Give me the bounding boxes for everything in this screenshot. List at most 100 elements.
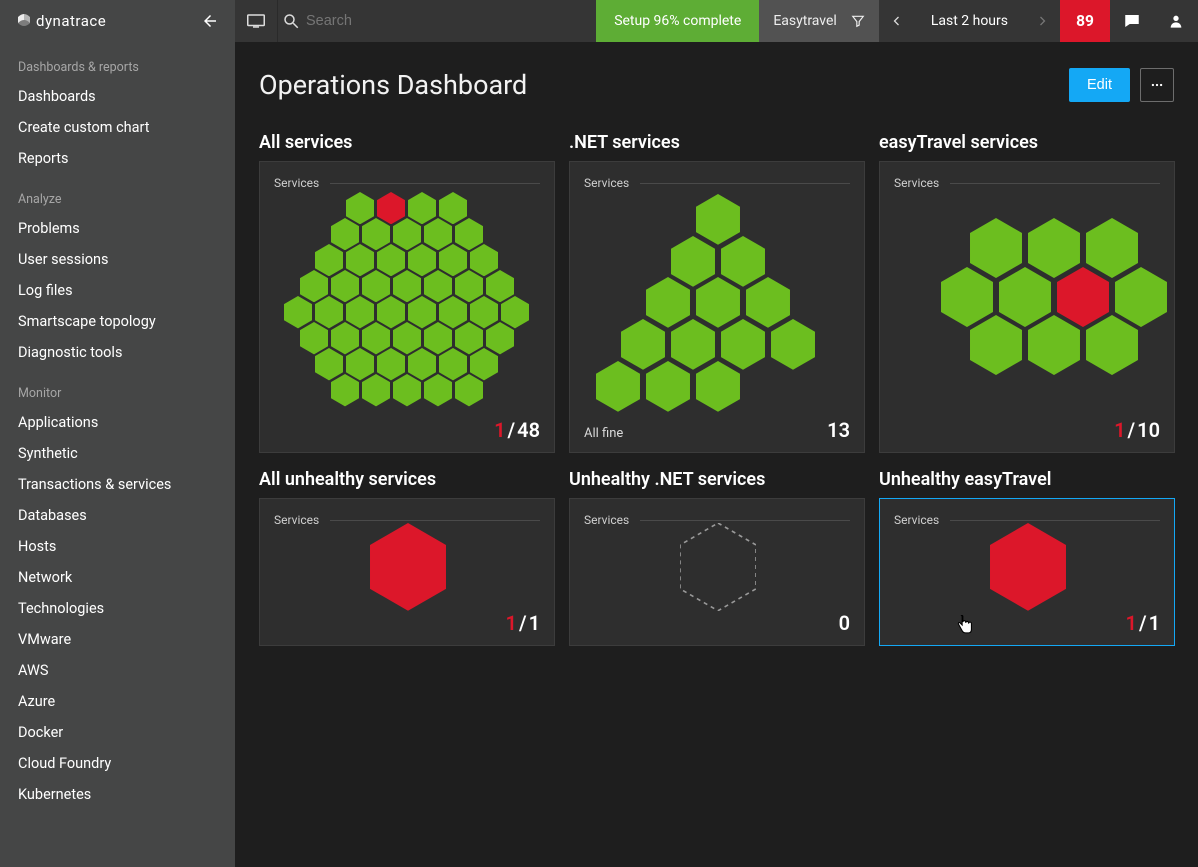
hex-ok-icon (362, 374, 390, 406)
page-actions: Edit (1069, 68, 1174, 102)
nav-item[interactable]: VMware (0, 624, 235, 655)
nav-item[interactable]: Diagnostic tools (0, 337, 235, 368)
nav-item[interactable]: Reports (0, 143, 235, 174)
nav-item[interactable]: User sessions (0, 244, 235, 275)
tile-subtitle: Services (584, 176, 850, 190)
tile-subtitle: Services (274, 176, 540, 190)
main-content: Operations Dashboard Edit All services S… (235, 42, 1198, 867)
nav-item[interactable]: Synthetic (0, 438, 235, 469)
hex-ok-icon (331, 374, 359, 406)
chevron-left-icon (891, 15, 903, 27)
nav-item[interactable]: Databases (0, 500, 235, 531)
tile-unhealthy-easytravel-wrap: Unhealthy easyTravel Services 1 / 1 (879, 469, 1175, 646)
nav-item[interactable]: Applications (0, 407, 235, 438)
search-input[interactable] (306, 13, 506, 29)
setup-progress-button[interactable]: Setup 96% complete (596, 0, 759, 42)
hex-ok-icon (455, 374, 483, 406)
problem-count: 1 (1126, 611, 1137, 635)
tile-easytravel-services[interactable]: Services 1 / 10 (879, 161, 1175, 453)
hex-ok-icon (771, 319, 815, 370)
problem-count: 1 (1114, 418, 1125, 442)
brand-logo[interactable]: dynatrace (16, 12, 106, 30)
problem-count: 1 (494, 418, 505, 442)
total-count: 48 (517, 418, 540, 442)
page-header: Operations Dashboard Edit (259, 68, 1174, 102)
hex-ok-icon (646, 361, 690, 412)
nav-item[interactable]: Cloud Foundry (0, 748, 235, 779)
timeframe-selector: Last 2 hours (879, 0, 1060, 42)
nav-item[interactable]: Transactions & services (0, 469, 235, 500)
scope-label: Easytravel (773, 13, 837, 29)
sidebar-collapse-button[interactable] (201, 12, 219, 30)
hex-ok-icon (424, 374, 452, 406)
chat-button[interactable] (1110, 0, 1154, 42)
nav-item[interactable]: Kubernetes (0, 779, 235, 810)
nav-item[interactable]: Dashboards (0, 81, 235, 112)
sidebar: dynatrace Dashboards & reportsDashboards… (0, 0, 235, 867)
tile-unhealthy-dotnet[interactable]: Services 0 (569, 498, 865, 646)
tile-easytravel-services-wrap: easyTravel services Services 1 / 10 (879, 132, 1175, 453)
total-count: 13 (827, 418, 850, 442)
edit-button[interactable]: Edit (1069, 68, 1130, 102)
timeframe-button[interactable]: Last 2 hours (915, 0, 1024, 42)
slash: / (508, 418, 516, 442)
tile-title: All unhealthy services (259, 469, 555, 490)
tile-all-services[interactable]: Services (259, 161, 555, 453)
tile-dotnet-services[interactable]: Services All fine 13 (569, 161, 865, 453)
problem-count: 1 (506, 611, 517, 635)
hex-empty-icon (680, 523, 756, 615)
tile-unhealthy-easytravel[interactable]: Services 1 / 1 (879, 498, 1175, 646)
dashboard-grid: All services Services (259, 132, 1174, 646)
tile-title: easyTravel services (879, 132, 1175, 153)
nav-section-label: Analyze (0, 188, 235, 213)
nav-item[interactable]: Create custom chart (0, 112, 235, 143)
nav-item[interactable]: Smartscape topology (0, 306, 235, 337)
tile-title: Unhealthy .NET services (569, 469, 865, 490)
alert-count-value: 89 (1076, 12, 1094, 30)
dynatrace-icon (16, 13, 32, 29)
nav-section-label: Monitor (0, 382, 235, 407)
nav-item[interactable]: AWS (0, 655, 235, 686)
tile-title: .NET services (569, 132, 865, 153)
sidebar-header: dynatrace (0, 0, 235, 42)
hex-ok-icon (596, 361, 640, 412)
tile-all-unhealthy[interactable]: Services 1 / 1 (259, 498, 555, 646)
timeframe-prev-button[interactable] (879, 0, 915, 42)
nav-item[interactable]: Hosts (0, 531, 235, 562)
slash: / (519, 611, 527, 635)
hex-problem-icon (990, 523, 1066, 611)
nav-item[interactable]: Log files (0, 275, 235, 306)
hex-ok-icon (970, 315, 1022, 375)
slash: / (1139, 611, 1147, 635)
tile-all-services-wrap: All services Services (259, 132, 555, 453)
total-count: 1 (529, 611, 540, 635)
tile-unhealthy-dotnet-wrap: Unhealthy .NET services Services 0 (569, 469, 865, 646)
tile-dotnet-services-wrap: .NET services Services All fine 13 (569, 132, 865, 453)
problems-indicator[interactable]: 89 (1060, 0, 1110, 42)
monitor-icon (247, 14, 265, 28)
nav-item[interactable]: Docker (0, 717, 235, 748)
tile-all-unhealthy-wrap: All unhealthy services Services 1 / 1 (259, 469, 555, 646)
hex-ok-icon (393, 374, 421, 406)
more-icon (1150, 78, 1164, 92)
timeframe-label: Last 2 hours (931, 13, 1008, 29)
nav-item[interactable]: Problems (0, 213, 235, 244)
management-zone-selector[interactable]: Easytravel (759, 0, 879, 42)
nav-item[interactable]: Technologies (0, 593, 235, 624)
more-button[interactable] (1140, 68, 1174, 102)
user-menu-button[interactable] (1154, 0, 1198, 42)
chevron-right-icon (1036, 15, 1048, 27)
timeframe-next-button[interactable] (1024, 0, 1060, 42)
nav-item[interactable]: Azure (0, 686, 235, 717)
arrow-left-icon (201, 12, 219, 30)
all-fine-label: All fine (584, 426, 623, 441)
hex-problem-icon (370, 523, 446, 611)
tile-title: Unhealthy easyTravel (879, 469, 1175, 490)
hex-ok-icon (1028, 315, 1080, 375)
global-search[interactable] (278, 0, 596, 42)
filter-icon (851, 14, 865, 28)
dashboard-home-button[interactable] (235, 0, 278, 42)
user-icon (1168, 13, 1184, 29)
setup-label: Setup 96% complete (614, 13, 741, 29)
nav-item[interactable]: Network (0, 562, 235, 593)
